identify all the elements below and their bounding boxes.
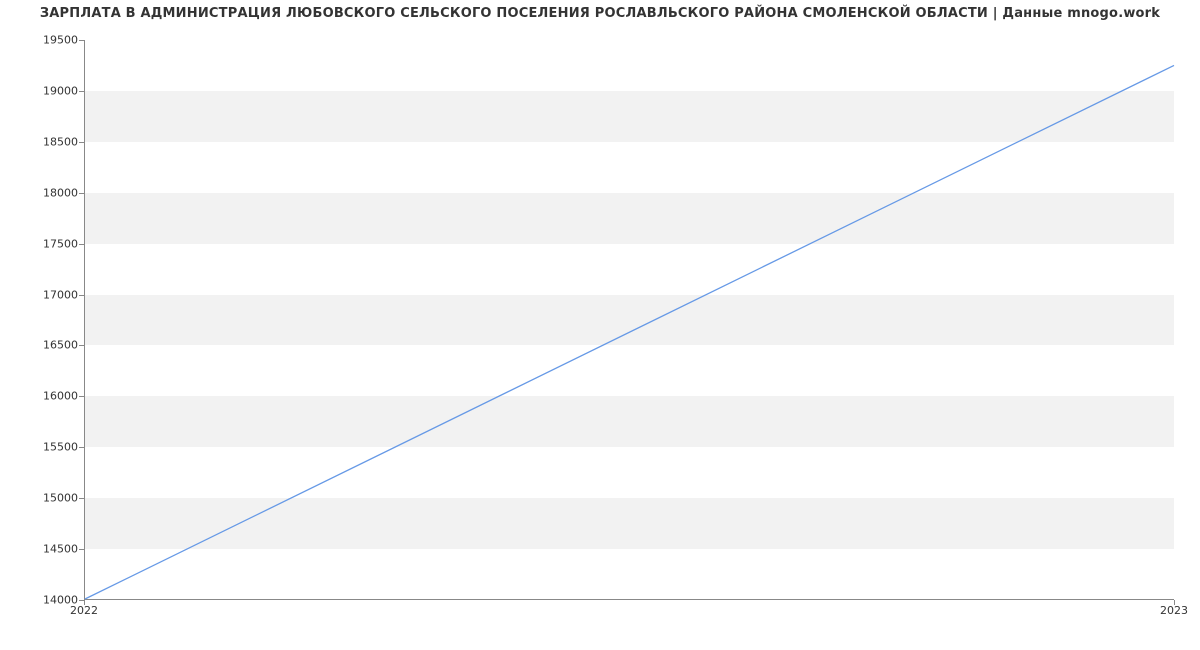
y-tick-mark [79,396,84,397]
y-tick-mark [79,295,84,296]
y-tick-label: 18000 [38,186,78,199]
chart-container: ЗАРПЛАТА В АДМИНИСТРАЦИЯ ЛЮБОВСКОГО СЕЛЬ… [0,0,1200,650]
y-tick-label: 18500 [38,135,78,148]
line-layer [85,40,1174,599]
y-tick-mark [79,91,84,92]
salary-line [85,65,1174,599]
chart-title: ЗАРПЛАТА В АДМИНИСТРАЦИЯ ЛЮБОВСКОГО СЕЛЬ… [0,6,1200,21]
y-tick-mark [79,142,84,143]
y-tick-label: 17000 [38,288,78,301]
x-tick-label: 2022 [70,604,98,617]
x-tick-mark [1174,600,1175,605]
x-tick-mark [84,600,85,605]
y-tick-label: 14500 [38,543,78,556]
y-tick-label: 19500 [38,34,78,47]
y-tick-label: 15000 [38,492,78,505]
y-tick-label: 15500 [38,441,78,454]
plot-area [84,40,1174,600]
y-tick-mark [79,193,84,194]
y-tick-mark [79,498,84,499]
y-tick-label: 16500 [38,339,78,352]
x-tick-label: 2023 [1160,604,1188,617]
y-tick-label: 19000 [38,84,78,97]
y-tick-mark [79,549,84,550]
y-tick-mark [79,447,84,448]
y-tick-mark [79,244,84,245]
y-tick-mark [79,345,84,346]
y-tick-mark [79,40,84,41]
y-tick-label: 17500 [38,237,78,250]
y-tick-label: 16000 [38,390,78,403]
